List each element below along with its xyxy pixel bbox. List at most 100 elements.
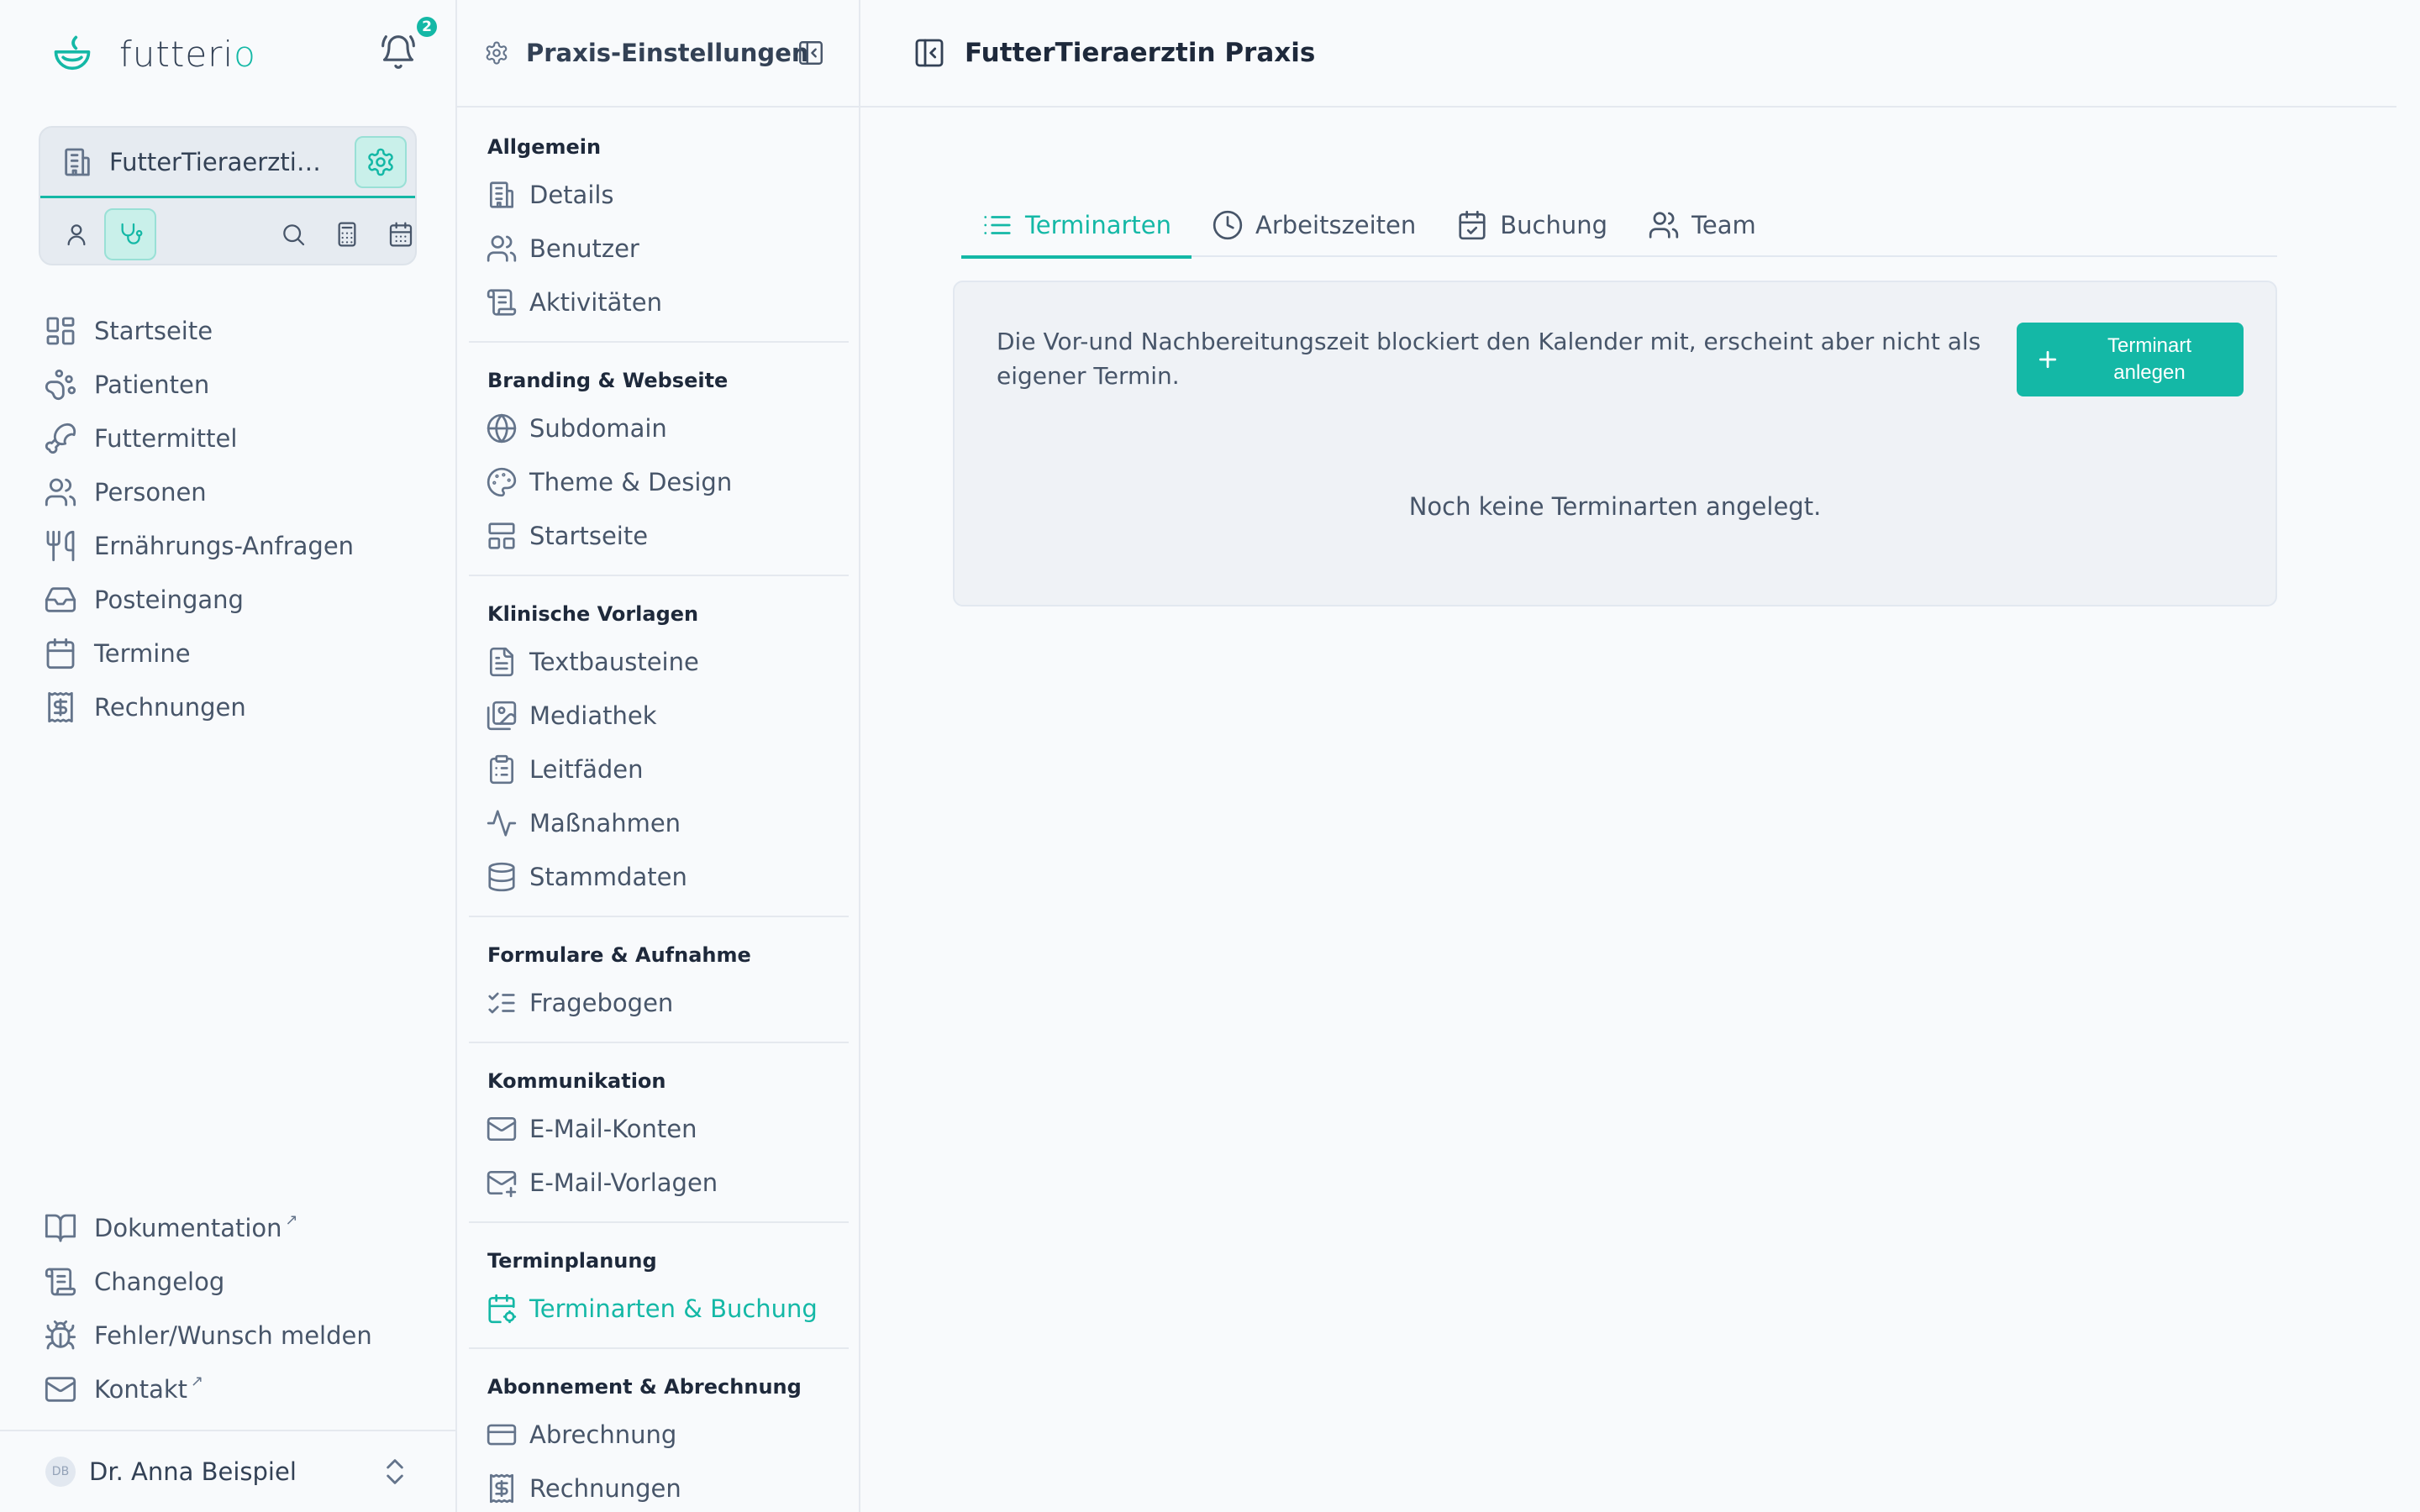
item-label: Rechnungen: [529, 1474, 681, 1503]
group-title: Allgemein: [487, 135, 602, 159]
settings-item-mediathek[interactable]: Mediathek: [469, 689, 849, 743]
tab-arbeitszeiten[interactable]: Arbeitszeiten: [1192, 193, 1436, 257]
settings-item-leitfaeden[interactable]: Leitfäden: [469, 743, 849, 796]
item-label: Maßnahmen: [529, 809, 681, 837]
food-icon: [44, 422, 77, 455]
user-menu[interactable]: DB Dr. Anna Beispiel: [0, 1430, 455, 1512]
tab-bar: Terminarten Arbeitszeiten Buchung Team: [961, 193, 2277, 259]
settings-item-email-konten[interactable]: E-Mail-Konten: [469, 1102, 849, 1156]
tab-buchung[interactable]: Buchung: [1436, 193, 1628, 257]
settings-item-aktivitaeten[interactable]: Aktivitäten: [469, 276, 849, 329]
calculator-tool-button[interactable]: [321, 208, 373, 260]
nav-item-label: Changelog: [94, 1268, 225, 1296]
building-icon: [486, 179, 518, 211]
list-icon: [981, 209, 1013, 241]
receipt-icon: [44, 690, 77, 724]
plus-icon: [2035, 347, 2060, 372]
tab-team[interactable]: Team: [1628, 193, 1776, 257]
settings-group-klinische-vorlagen: Klinische Vorlagen Textbausteine Mediath…: [469, 593, 849, 917]
nav-item-fehler-melden[interactable]: Fehler/Wunsch melden: [39, 1309, 425, 1362]
item-label: E-Mail-Konten: [529, 1115, 697, 1143]
nav-item-personen[interactable]: Personen: [39, 465, 425, 519]
item-label: Subdomain: [529, 414, 667, 443]
users-icon: [44, 475, 77, 509]
nav-item-futtermittel[interactable]: Futtermittel: [39, 412, 425, 465]
quick-tools: [40, 203, 415, 262]
settings-item-startseite[interactable]: Startseite: [469, 509, 849, 563]
calendar-check-icon: [1456, 209, 1488, 241]
button-label: Terminart anlegen: [2107, 334, 2192, 384]
user-name: Dr. Anna Beispiel: [89, 1457, 297, 1486]
bug-icon: [44, 1319, 77, 1352]
nav-item-dokumentation[interactable]: Dokumentation ↗: [39, 1201, 425, 1255]
settings-header: Praxis-Einstellungen: [457, 0, 859, 108]
nav-item-changelog[interactable]: Changelog: [39, 1255, 425, 1309]
mail-icon: [486, 1113, 518, 1145]
nav-item-patienten[interactable]: Patienten: [39, 358, 425, 412]
stethoscope-tool-button[interactable]: [104, 208, 156, 260]
gear-icon: [484, 40, 509, 66]
settings-group-abonnement: Abonnement & Abrechnung Abrechnung Rechn…: [469, 1366, 849, 1512]
item-label: Stammdaten: [529, 863, 687, 891]
tab-terminarten[interactable]: Terminarten: [961, 193, 1192, 259]
practice-settings-button[interactable]: [355, 136, 407, 188]
nav-item-termine[interactable]: Termine: [39, 627, 425, 680]
item-label: Startseite: [529, 522, 649, 550]
toggle-panel-button[interactable]: [913, 36, 946, 70]
list-checks-icon: [486, 987, 518, 1019]
calendar-grid-icon: [387, 221, 414, 248]
create-appointment-type-button[interactable]: Terminart anlegen: [2017, 323, 2244, 396]
collapse-panel-button[interactable]: [797, 39, 827, 69]
item-label: Abrechnung: [529, 1420, 677, 1449]
tab-label: Terminarten: [1025, 211, 1172, 239]
search-icon: [280, 221, 307, 248]
nav-item-label: Kontakt: [94, 1375, 188, 1404]
calendar-tool-button[interactable]: [375, 208, 427, 260]
nav-item-label: Rechnungen: [94, 693, 246, 722]
settings-item-stammdaten[interactable]: Stammdaten: [469, 850, 849, 904]
nav-item-posteingang[interactable]: Posteingang: [39, 573, 425, 627]
item-label: Fragebogen: [529, 989, 674, 1017]
search-tool-button[interactable]: [267, 208, 319, 260]
settings-item-subdomain[interactable]: Subdomain: [469, 402, 849, 455]
nav-item-label: Fehler/Wunsch melden: [94, 1321, 372, 1350]
settings-item-terminarten-buchung[interactable]: Terminarten & Buchung: [469, 1282, 849, 1336]
nav-item-kontakt[interactable]: Kontakt ↗: [39, 1362, 425, 1416]
panel-left-close-icon: [797, 39, 827, 67]
gear-icon: [366, 147, 396, 177]
nav-item-ernaehrungs-anfragen[interactable]: Ernährungs-Anfragen: [39, 519, 425, 573]
user-tool-button[interactable]: [50, 208, 103, 260]
nav-item-label: Ernährungs-Anfragen: [94, 532, 355, 560]
settings-item-email-vorlagen[interactable]: E-Mail-Vorlagen: [469, 1156, 849, 1210]
mail-icon: [44, 1373, 77, 1406]
settings-item-details[interactable]: Details: [469, 168, 849, 222]
notifications-button[interactable]: [380, 34, 422, 76]
settings-item-abrechnung[interactable]: Abrechnung: [469, 1408, 849, 1462]
settings-group-branding: Branding & Webseite Subdomain Theme & De…: [469, 360, 849, 576]
avatar: DB: [45, 1457, 76, 1487]
palette-icon: [486, 466, 518, 498]
calendar-icon: [44, 637, 77, 670]
database-icon: [486, 861, 518, 893]
settings-item-textbausteine[interactable]: Textbausteine: [469, 635, 849, 689]
settings-item-massnahmen[interactable]: Maßnahmen: [469, 796, 849, 850]
tab-label: Team: [1691, 211, 1756, 239]
clock-icon: [1212, 209, 1244, 241]
nav-item-rechnungen[interactable]: Rechnungen: [39, 680, 425, 734]
external-link-icon: ↗: [285, 1210, 298, 1229]
settings-group-formulare: Formulare & Aufnahme Fragebogen: [469, 934, 849, 1043]
activity-icon: [486, 807, 518, 839]
brand[interactable]: futterio: [50, 30, 256, 77]
item-label: Details: [529, 181, 614, 209]
practice-header[interactable]: FutterTieraerztin P...: [40, 128, 415, 198]
group-title: Terminplanung: [487, 1249, 657, 1273]
secondary-nav: Dokumentation ↗ Changelog Fehler/Wunsch …: [39, 1201, 425, 1416]
settings-item-rechnungen[interactable]: Rechnungen: [469, 1462, 849, 1512]
settings-item-benutzer[interactable]: Benutzer: [469, 222, 849, 276]
settings-item-fragebogen[interactable]: Fragebogen: [469, 976, 849, 1030]
settings-item-theme[interactable]: Theme & Design: [469, 455, 849, 509]
nav-item-startseite[interactable]: Startseite: [39, 304, 425, 358]
external-link-icon: ↗: [191, 1372, 204, 1390]
nav-item-label: Startseite: [94, 317, 213, 345]
utensils-icon: [44, 529, 77, 563]
